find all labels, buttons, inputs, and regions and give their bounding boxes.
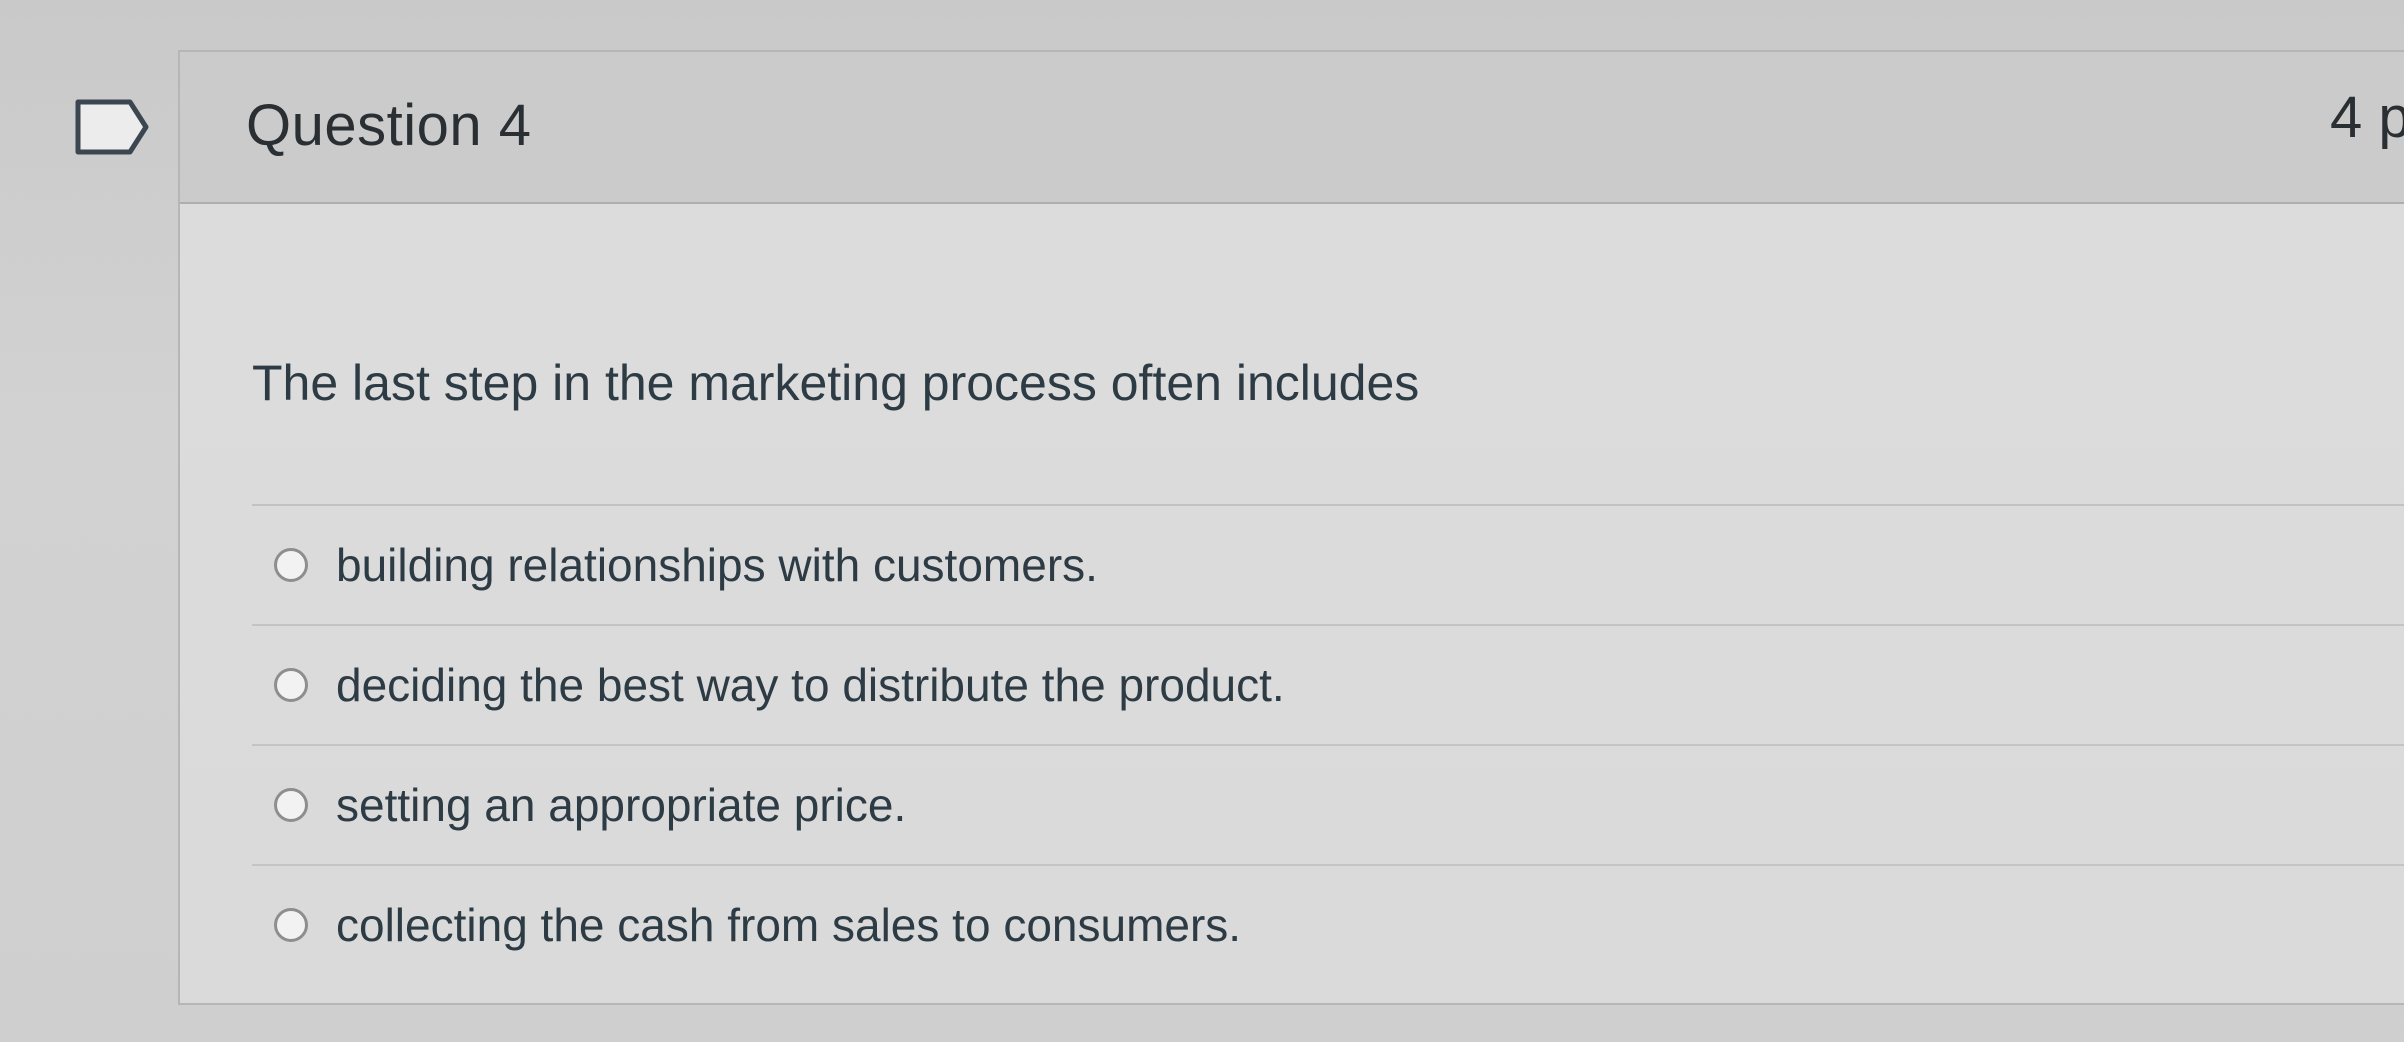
question-text: The last step in the marketing process o… <box>252 355 1420 411</box>
radio-button[interactable] <box>274 548 308 582</box>
question-header: Question 4 4 p <box>180 52 2404 204</box>
radio-button[interactable] <box>274 788 308 822</box>
answer-option[interactable]: collecting the cash from sales to consum… <box>252 866 2404 984</box>
question-title: Question 4 <box>246 93 532 158</box>
flag-question-icon[interactable] <box>74 98 150 156</box>
answer-option[interactable]: setting an appropriate price. <box>252 746 2404 866</box>
answer-label[interactable]: collecting the cash from sales to consum… <box>336 898 1241 952</box>
answer-label[interactable]: building relationships with customers. <box>336 538 1098 592</box>
answer-option[interactable]: building relationships with customers. <box>252 506 2404 626</box>
question-card: Question 4 4 p The last step in the mark… <box>178 50 2404 1005</box>
question-body: The last step in the marketing process o… <box>180 204 2404 1003</box>
answer-option[interactable]: deciding the best way to distribute the … <box>252 626 2404 746</box>
answer-label[interactable]: deciding the best way to distribute the … <box>336 658 1285 712</box>
question-points: 4 p <box>2330 85 2404 150</box>
answer-label[interactable]: setting an appropriate price. <box>336 778 906 832</box>
radio-button[interactable] <box>274 908 308 942</box>
answer-list: building relationships with customers. d… <box>252 504 2404 984</box>
radio-button[interactable] <box>274 668 308 702</box>
